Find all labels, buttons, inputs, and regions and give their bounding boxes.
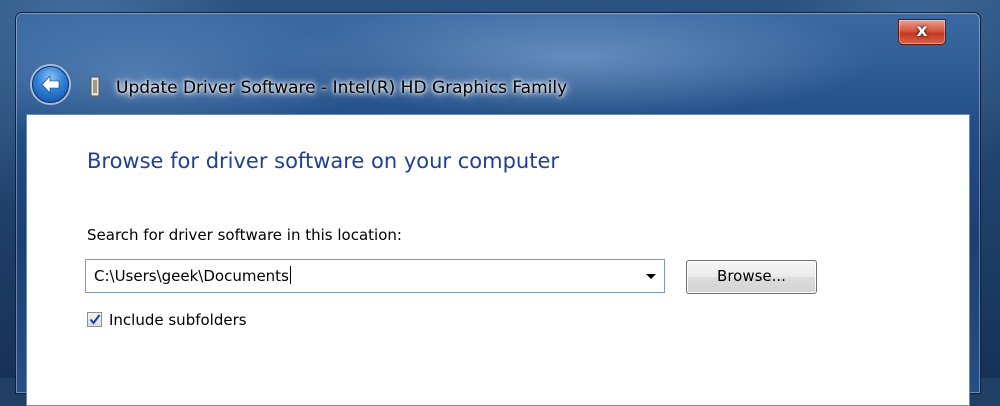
- browse-button[interactable]: Browse...: [686, 260, 817, 294]
- close-button[interactable]: x: [898, 19, 946, 45]
- device-icon: [90, 76, 100, 97]
- path-input[interactable]: C:\Users\geek\Documents: [94, 266, 291, 285]
- checkmark-icon: [89, 314, 101, 325]
- location-label: Search for driver software in this locat…: [87, 226, 402, 244]
- text-caret: [289, 266, 291, 284]
- back-button[interactable]: [32, 66, 69, 103]
- include-subfolders-checkbox[interactable]: [87, 312, 102, 327]
- path-combobox[interactable]: C:\Users\geek\Documents: [85, 259, 665, 293]
- path-input-text: C:\Users\geek\Documents: [94, 267, 289, 285]
- chevron-down-icon[interactable]: [644, 268, 658, 284]
- dialog-content: Browse for driver software on your compu…: [26, 114, 970, 406]
- page-title: Browse for driver software on your compu…: [87, 149, 560, 173]
- back-arrow-icon: [41, 75, 60, 94]
- window-title: Update Driver Software - Intel(R) HD Gra…: [116, 78, 568, 98]
- driver-update-window: x Update Driver Software - Intel(R) HD G…: [15, 12, 981, 406]
- include-subfolders-label[interactable]: Include subfolders: [109, 311, 247, 329]
